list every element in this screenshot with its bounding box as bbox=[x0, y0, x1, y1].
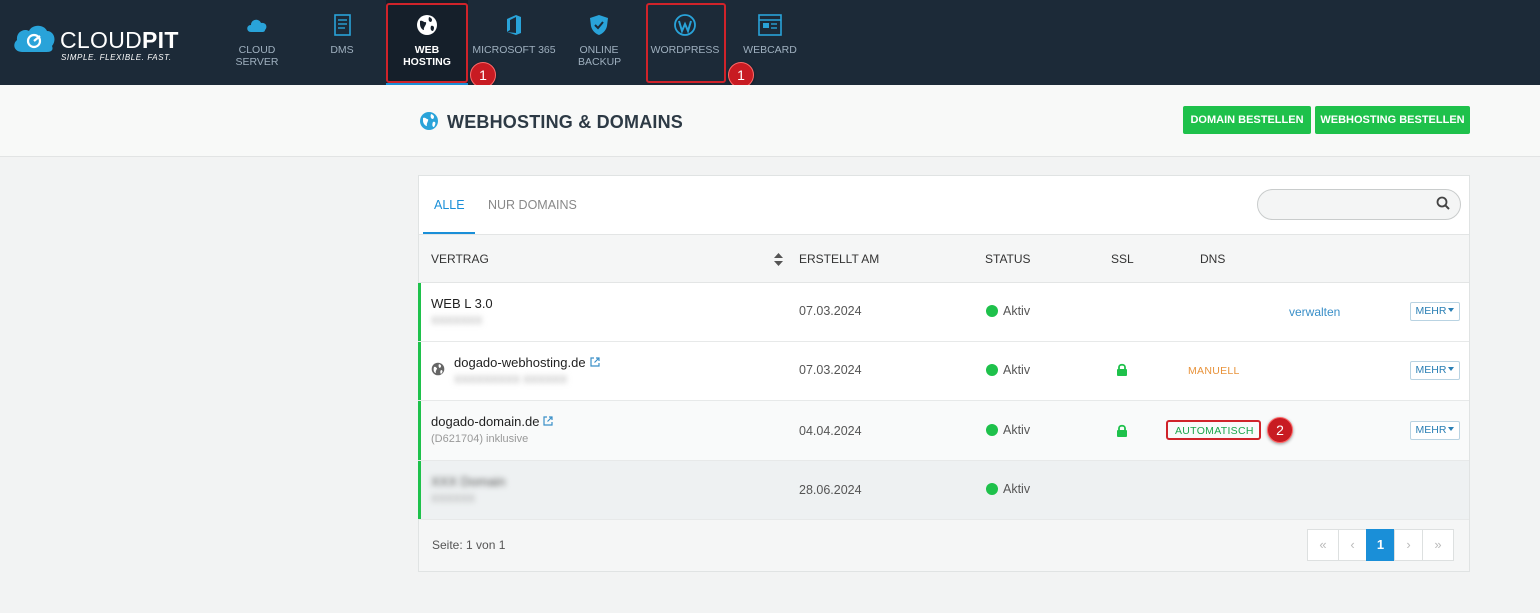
status-dot-icon bbox=[986, 305, 998, 317]
status-dot-icon bbox=[986, 483, 998, 495]
table-row bbox=[418, 401, 1469, 461]
pager-current-page[interactable]: 1 bbox=[1366, 529, 1395, 561]
row-accent bbox=[418, 461, 421, 519]
more-label: MEHR bbox=[1415, 424, 1447, 436]
more-label: MEHR bbox=[1415, 305, 1447, 317]
column-header-ssl: SSL bbox=[1111, 252, 1134, 266]
row-accent bbox=[418, 283, 421, 341]
contract-name: XXX Domain bbox=[431, 474, 506, 489]
search-icon[interactable] bbox=[1436, 196, 1450, 210]
table-header bbox=[419, 235, 1469, 283]
search-input[interactable] bbox=[1257, 189, 1461, 220]
column-header-created: ERSTELLT AM bbox=[799, 252, 880, 266]
cloud-icon bbox=[247, 19, 267, 32]
lock-icon bbox=[1117, 424, 1127, 437]
contract-id: XXXXXX bbox=[431, 493, 476, 505]
status-dot-icon bbox=[986, 364, 998, 376]
pager-next-button[interactable]: › bbox=[1394, 529, 1423, 561]
domain-label: dogado-domain.de bbox=[431, 414, 540, 429]
contract-info: (D621704) inklusive bbox=[431, 433, 529, 445]
status-cell: Aktiv bbox=[986, 304, 1030, 318]
created-date: 07.03.2024 bbox=[799, 363, 862, 377]
office-icon bbox=[507, 15, 521, 35]
nav-online-backup[interactable]: ONLINE BACKUP bbox=[574, 0, 624, 85]
more-dropdown-button[interactable]: MEHR bbox=[1410, 302, 1460, 321]
domain-label: dogado-webhosting.de bbox=[454, 355, 586, 370]
tab-domains-only[interactable]: NUR DOMAINS bbox=[488, 198, 577, 212]
document-icon bbox=[334, 14, 351, 36]
domain-name[interactable]: dogado-domain.de bbox=[431, 414, 554, 429]
annotation-badge: 2 bbox=[1267, 417, 1293, 443]
column-header-status: STATUS bbox=[985, 252, 1031, 266]
status-cell: Aktiv bbox=[986, 423, 1030, 437]
status-label: Aktiv bbox=[1003, 482, 1031, 496]
brand-tagline: SIMPLE. FLEXIBLE. FAST. bbox=[61, 53, 172, 62]
contract-name: WEB L 3.0 bbox=[431, 296, 493, 311]
column-header-dns: DNS bbox=[1200, 252, 1226, 266]
page-title: WEBHOSTING & DOMAINS bbox=[447, 112, 683, 132]
annotation-highlight-wordpress bbox=[646, 3, 726, 83]
status-label: Aktiv bbox=[1003, 363, 1031, 377]
cloud-logo-icon bbox=[14, 25, 55, 52]
order-domain-button[interactable]: DOMAIN BESTELLEN bbox=[1183, 106, 1311, 134]
globe-icon bbox=[431, 362, 445, 376]
order-webhosting-button[interactable]: WEBHOSTING BESTELLEN bbox=[1315, 106, 1470, 134]
caret-down-icon bbox=[1448, 427, 1455, 431]
more-label: MEHR bbox=[1415, 364, 1447, 376]
lock-icon bbox=[1117, 363, 1127, 376]
table-row bbox=[418, 342, 1469, 401]
created-date: 28.06.2024 bbox=[799, 483, 862, 497]
external-link-icon[interactable] bbox=[543, 416, 554, 426]
pager-prev-button[interactable]: ‹ bbox=[1338, 529, 1367, 561]
brand-name: CLOUDPIT bbox=[60, 27, 179, 53]
tab-all[interactable]: ALLE bbox=[434, 198, 465, 212]
column-header-contract[interactable]: VERTRAG bbox=[431, 252, 489, 266]
caret-down-icon bbox=[1448, 367, 1455, 371]
row-accent bbox=[418, 401, 421, 460]
external-link-icon[interactable] bbox=[589, 357, 600, 367]
nav-label: MICROSOFT 365 bbox=[472, 44, 556, 56]
more-dropdown-button[interactable]: MEHR bbox=[1410, 421, 1460, 440]
contract-id: XXXXXXX bbox=[431, 315, 483, 327]
nav-label: WEBCARD bbox=[743, 44, 797, 56]
nav-cloud-server[interactable]: CLOUD SERVER bbox=[226, 0, 288, 85]
created-date: 04.04.2024 bbox=[799, 424, 862, 438]
status-cell: Aktiv bbox=[986, 482, 1030, 496]
status-cell: Aktiv bbox=[986, 363, 1030, 377]
nav-dms[interactable]: DMS bbox=[318, 0, 366, 85]
contract-id: XXXXXXXXX XXXXXX bbox=[454, 374, 568, 386]
manage-link[interactable]: verwalten bbox=[1289, 305, 1340, 319]
caret-down-icon bbox=[1448, 308, 1455, 312]
nav-label: DMS bbox=[330, 44, 354, 56]
status-dot-icon bbox=[986, 424, 998, 436]
created-date: 07.03.2024 bbox=[799, 304, 862, 318]
table-row bbox=[418, 461, 1469, 520]
nav-label: CLOUD SERVER bbox=[235, 44, 279, 68]
nav-label: ONLINE BACKUP bbox=[578, 44, 622, 68]
more-dropdown-button[interactable]: MEHR bbox=[1410, 361, 1460, 380]
sort-icon[interactable] bbox=[774, 253, 783, 266]
webcard-icon bbox=[758, 14, 782, 36]
domain-name[interactable]: dogado-webhosting.de bbox=[454, 355, 600, 370]
row-accent bbox=[418, 342, 421, 400]
cloudpit-logo[interactable]: CLOUDPIT SIMPLE. FLEXIBLE. FAST. bbox=[12, 20, 187, 64]
globe-icon bbox=[420, 112, 438, 130]
dns-manual-label: MANUELL bbox=[1188, 365, 1240, 377]
pager-first-button[interactable]: « bbox=[1307, 529, 1339, 561]
pager-last-button[interactable]: » bbox=[1422, 529, 1454, 561]
page-info: Seite: 1 von 1 bbox=[432, 538, 506, 552]
shield-icon bbox=[590, 15, 608, 35]
annotation-highlight-dns bbox=[1166, 420, 1261, 440]
status-label: Aktiv bbox=[1003, 304, 1031, 318]
status-label: Aktiv bbox=[1003, 423, 1031, 437]
annotation-highlight-web-hosting bbox=[386, 3, 468, 83]
